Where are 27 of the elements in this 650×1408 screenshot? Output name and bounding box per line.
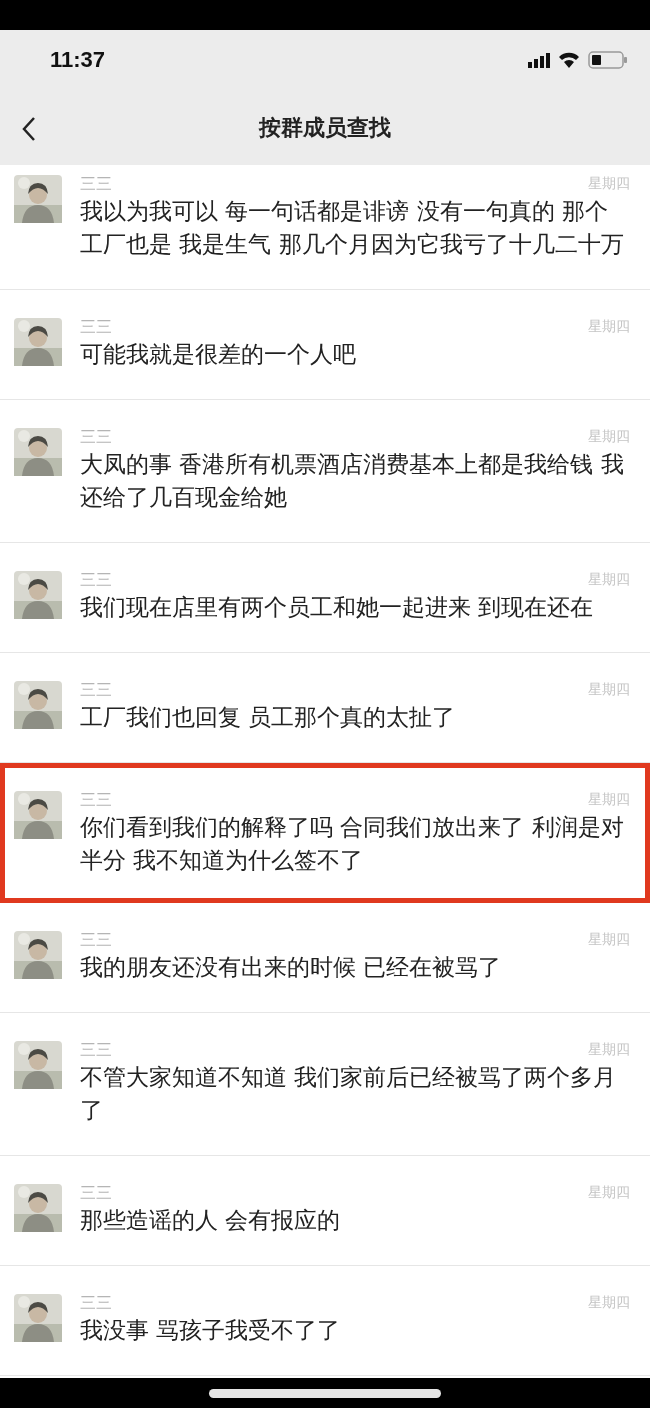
message-text: 大凤的事 香港所有机票酒店消费基本上都是我给钱 我还给了几百现金给她 xyxy=(80,450,625,512)
sender-name: 三三 xyxy=(80,1039,112,1061)
message-text: 那些造谣的人 会有报应的 xyxy=(80,1206,342,1235)
sender-name: 三三 xyxy=(80,789,112,811)
message-text: 我以为我可以 每一句话都是诽谤 没有一句真的 那个工厂也是 我是生气 那几个月因为它我亏了十几二十万 xyxy=(80,197,625,259)
sender-name: 三三 xyxy=(80,1292,112,1314)
back-icon xyxy=(22,116,36,142)
signal-icon xyxy=(528,52,550,68)
message-text: 工厂我们也回复 员工那个真的太扯了 xyxy=(80,703,457,732)
message-text: 我没事 骂孩子我受不了了 xyxy=(80,1316,342,1345)
wifi-icon xyxy=(558,52,580,68)
sender-name: 三三 xyxy=(80,929,112,951)
sender-name: 三三 xyxy=(80,173,112,195)
status-time: 11:37 xyxy=(50,47,106,73)
message-text: 可能我就是很差的一个人吧 xyxy=(80,340,357,369)
sender-name: 三三 xyxy=(80,1182,112,1204)
home-indicator[interactable] xyxy=(209,1388,441,1398)
message-text: 不管大家知道不知道 我们家前后已经被骂了两个多月了 xyxy=(80,1063,618,1125)
battery-icon xyxy=(588,51,628,69)
sender-name: 三三 xyxy=(80,679,112,701)
sender-name: 三三 xyxy=(80,569,112,591)
message-text: 你们看到我们的解释了吗 合同我们放出来了 利润是对半分 我不知道为什么签不了 xyxy=(80,813,625,875)
sender-name: 三三 xyxy=(80,316,112,338)
page-title: 按群成员查找 xyxy=(259,113,391,142)
message-text: 我们现在店里有两个员工和她一起进来 到现在还在 xyxy=(80,593,595,622)
sender-name: 三三 xyxy=(80,426,112,448)
message-text: 我的朋友还没有出来的时候 已经在被骂了 xyxy=(80,953,503,982)
